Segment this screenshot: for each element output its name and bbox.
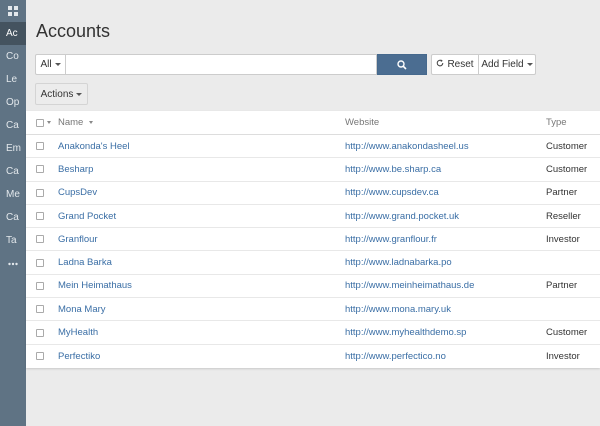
account-type: Customer	[546, 163, 588, 175]
column-header-website: Website	[345, 117, 380, 128]
table-row: Besharp http://www.be.sharp.ca Customer	[26, 158, 600, 182]
table-row: MyHealth http://www.myhealthdemo.sp Cust…	[26, 321, 600, 345]
more-icon[interactable]	[0, 252, 26, 275]
search-icon	[397, 59, 407, 70]
row-checkbox[interactable]	[36, 212, 44, 221]
row-checkbox[interactable]	[36, 305, 44, 314]
select-all-control[interactable]	[26, 118, 58, 127]
account-type: Reseller	[546, 210, 581, 222]
website-link[interactable]: http://www.be.sharp.ca	[345, 164, 546, 175]
website-link[interactable]: http://www.perfectico.no	[345, 351, 546, 362]
website-link[interactable]: http://www.ladnabarka.po	[345, 257, 546, 268]
home-grid-icon[interactable]	[0, 0, 26, 22]
column-name-label: Name	[58, 117, 84, 128]
account-name-link[interactable]: Perfectiko	[58, 351, 345, 362]
select-all-checkbox[interactable]	[36, 118, 44, 127]
scope-label: All	[40, 59, 52, 70]
sidebar-item-cases[interactable]: Ca	[0, 114, 26, 137]
account-name-link[interactable]: Besharp	[58, 164, 345, 175]
sidebar-item-tasks[interactable]: Ta	[0, 229, 26, 252]
column-header-name[interactable]: Name	[58, 117, 345, 128]
chevron-down-icon	[526, 63, 533, 66]
account-name-link[interactable]: Ladna Barka	[58, 257, 345, 268]
table-row: CupsDev http://www.cupsdev.ca Partner	[26, 182, 600, 205]
account-name-link[interactable]: Grand Pocket	[58, 211, 345, 222]
account-type: Customer	[546, 140, 588, 152]
account-type: Partner	[546, 187, 578, 199]
sidebar-item-calls[interactable]: Ca	[0, 206, 26, 229]
refresh-icon	[436, 59, 444, 70]
account-name-link[interactable]: CupsDev	[58, 187, 345, 198]
search-button[interactable]	[377, 54, 427, 75]
account-name-link[interactable]: Mein Heimathaus	[58, 280, 345, 291]
actions-label: Actions	[40, 88, 74, 100]
table-row: Anakonda's Heel http://www.anakondasheel…	[26, 135, 600, 159]
scope-dropdown-button[interactable]: All	[35, 54, 66, 75]
account-name-link[interactable]: Mona Mary	[58, 304, 345, 315]
sidebar: Ac Co Le Op Ca Em Ca Me Ca Ta	[0, 0, 26, 426]
table-row: Mona Mary http://www.mona.mary.uk	[26, 298, 600, 322]
reset-label: Reset	[447, 59, 474, 70]
page-title: Accounts	[36, 21, 111, 41]
actions-button[interactable]: Actions	[35, 83, 88, 105]
sidebar-item-calendar[interactable]: Ca	[0, 160, 26, 183]
table-row: Granflour http://www.granflour.fr Invest…	[26, 228, 600, 252]
row-checkbox[interactable]	[36, 188, 44, 197]
website-link[interactable]: http://www.mona.mary.uk	[345, 304, 546, 315]
website-link[interactable]: http://www.anakondasheel.us	[345, 141, 546, 152]
account-type: Investor	[546, 233, 580, 245]
account-type: Partner	[546, 280, 578, 292]
sidebar-item-accounts[interactable]: Ac	[0, 22, 26, 45]
chevron-down-icon[interactable]	[47, 121, 51, 124]
search-input[interactable]	[66, 54, 377, 75]
row-checkbox[interactable]	[36, 258, 44, 267]
accounts-table: Name Website Type Anakonda's Heel http:/…	[26, 111, 600, 368]
website-link[interactable]: http://www.meinheimathaus.de	[345, 280, 546, 291]
chevron-down-icon	[54, 63, 61, 66]
column-header-type: Type	[546, 117, 567, 128]
chevron-down-icon	[76, 92, 83, 96]
table-row: Grand Pocket http://www.grand.pocket.uk …	[26, 205, 600, 229]
website-link[interactable]: http://www.cupsdev.ca	[345, 187, 546, 198]
sort-caret-icon	[88, 120, 93, 124]
search-bar: All Reset Add Field	[35, 54, 536, 75]
row-checkbox[interactable]	[36, 328, 44, 337]
table-row: Ladna Barka http://www.ladnabarka.po	[26, 251, 600, 275]
account-type: Customer	[546, 327, 588, 339]
reset-button[interactable]: Reset	[431, 54, 479, 75]
row-checkbox[interactable]	[36, 352, 44, 361]
row-checkbox[interactable]	[36, 281, 44, 290]
row-checkbox[interactable]	[36, 165, 44, 174]
sidebar-item-contacts[interactable]: Co	[0, 45, 26, 68]
account-name-link[interactable]: Granflour	[58, 234, 345, 245]
account-name-link[interactable]: MyHealth	[58, 327, 345, 338]
sidebar-item-emails[interactable]: Em	[0, 137, 26, 160]
row-checkbox[interactable]	[36, 142, 44, 151]
table-row: Mein Heimathaus http://www.meinheimathau…	[26, 275, 600, 299]
sidebar-item-leads[interactable]: Le	[0, 68, 26, 91]
account-type: Investor	[546, 350, 580, 362]
table-row: Perfectiko http://www.perfectico.no Inve…	[26, 345, 600, 368]
sidebar-item-opportunities[interactable]: Op	[0, 91, 26, 114]
row-checkbox[interactable]	[36, 235, 44, 244]
table-header: Name Website Type	[26, 111, 600, 135]
website-link[interactable]: http://www.granflour.fr	[345, 234, 546, 245]
sidebar-item-meetings[interactable]: Me	[0, 183, 26, 206]
add-field-label: Add Field	[481, 59, 524, 70]
account-name-link[interactable]: Anakonda's Heel	[58, 141, 345, 152]
website-link[interactable]: http://www.myhealthdemo.sp	[345, 327, 546, 338]
website-link[interactable]: http://www.grand.pocket.uk	[345, 211, 546, 222]
add-field-button[interactable]: Add Field	[479, 54, 536, 75]
